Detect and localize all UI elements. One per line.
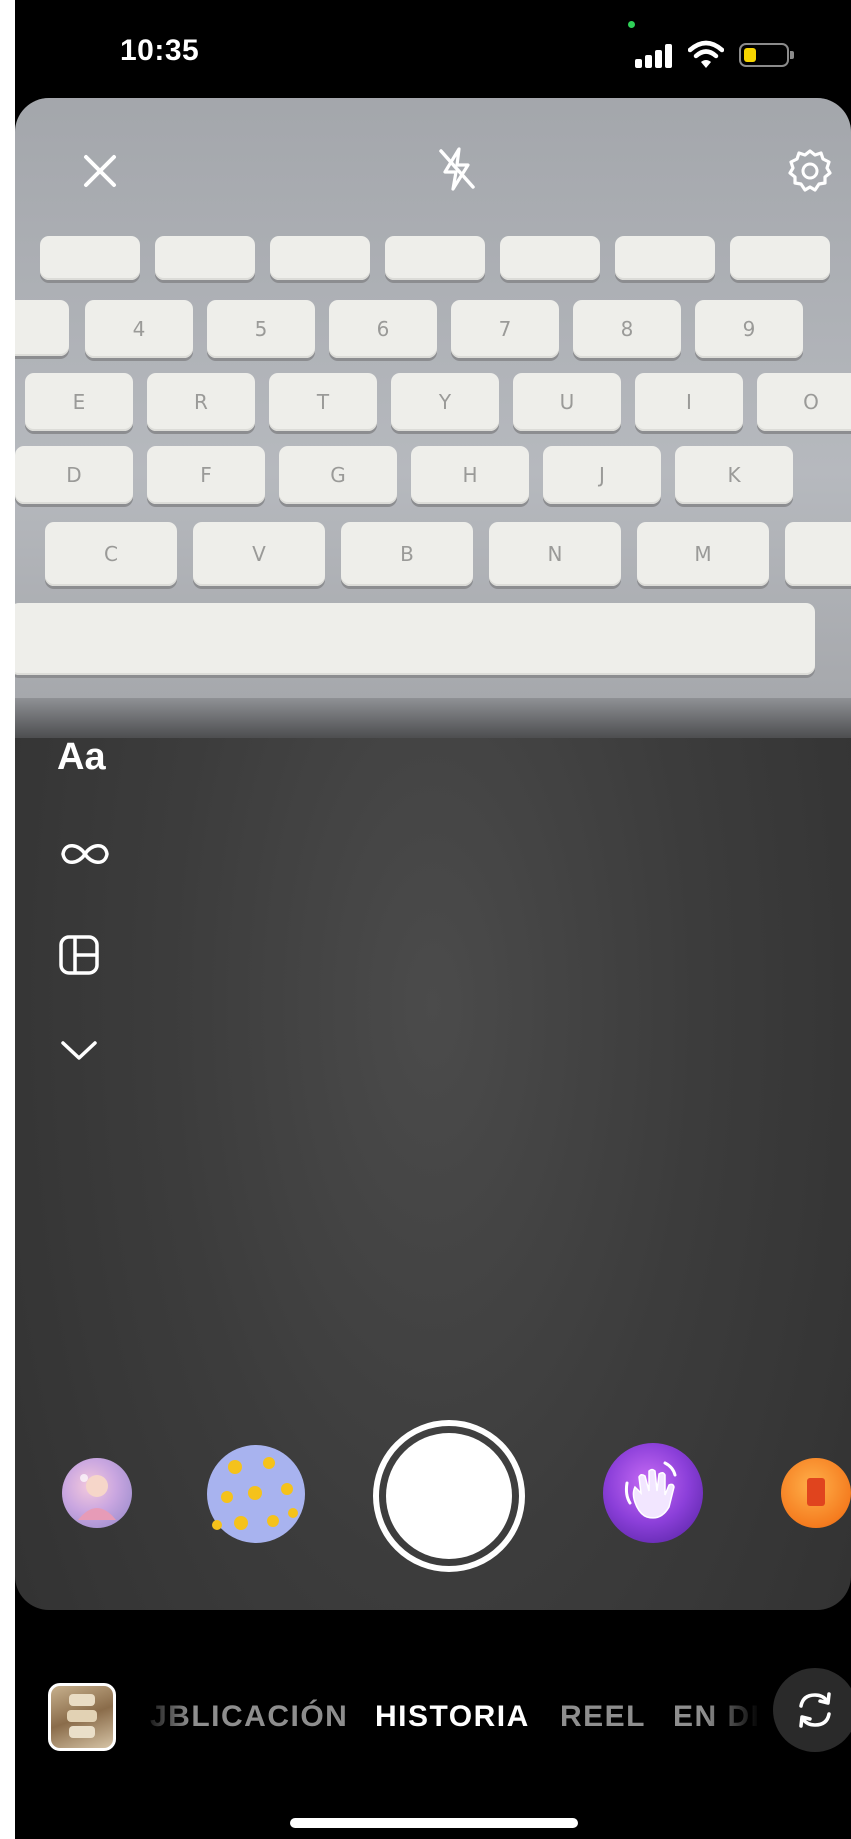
- key: N: [489, 522, 621, 586]
- mode-historia[interactable]: HISTORIA: [375, 1700, 530, 1734]
- key: K: [675, 446, 793, 504]
- key: U: [513, 373, 621, 431]
- key: 5: [207, 300, 315, 358]
- close-icon: [84, 155, 116, 187]
- battery-level: [744, 48, 756, 62]
- flip-camera-button[interactable]: [773, 1668, 851, 1752]
- mode-fade-left: [140, 1680, 190, 1750]
- layout-tool[interactable]: [57, 930, 101, 980]
- wifi-icon: [688, 40, 724, 68]
- shutter-button[interactable]: [373, 1420, 525, 1572]
- wave-hand-icon: [624, 1461, 677, 1519]
- chevron-down-icon: [61, 1041, 97, 1060]
- key: V: [193, 522, 325, 586]
- keyboard-edge: [15, 698, 851, 738]
- key: C: [45, 522, 177, 586]
- flip-camera-icon: [799, 1692, 831, 1728]
- key: D: [15, 446, 133, 504]
- key: I: [635, 373, 743, 431]
- key: T: [269, 373, 377, 431]
- close-button[interactable]: [73, 144, 127, 198]
- profile-effect-thumbnail: [78, 1474, 116, 1520]
- key: 6: [329, 300, 437, 358]
- camera-mode-selector: JBLICACIÓN HISTORIA REEL EN DI: [140, 1680, 760, 1750]
- cellular-signal-icon: [635, 44, 675, 68]
- key: 7: [451, 300, 559, 358]
- profile-effect[interactable]: [62, 1458, 132, 1528]
- boomerang-tool[interactable]: [57, 834, 113, 874]
- orange-effect-thumbnail: [807, 1478, 825, 1506]
- mode-reel[interactable]: REEL: [560, 1700, 646, 1734]
- settings-icon: [788, 149, 832, 192]
- key: M: [637, 522, 769, 586]
- key: 8: [573, 300, 681, 358]
- camera-in-use-indicator: [628, 21, 635, 28]
- dots-effect-thumbnail: [212, 1457, 298, 1530]
- battery-icon: [739, 43, 794, 67]
- camera-viewfinder[interactable]: 4 5 6 7 8 9 E R T Y U I O D F G H J K C …: [15, 98, 851, 1610]
- gallery-button[interactable]: [48, 1683, 116, 1751]
- key: E: [25, 373, 133, 431]
- home-indicator[interactable]: [290, 1818, 578, 1828]
- create-text-tool[interactable]: Aa: [57, 732, 106, 782]
- instagram-story-camera: 10:35 4 5 6 7 8 9 E R T Y U I O D F G H …: [15, 0, 851, 1839]
- more-tools-button[interactable]: [57, 1030, 101, 1070]
- key: H: [411, 446, 529, 504]
- key: R: [147, 373, 255, 431]
- shutter-button-inner: [386, 1433, 512, 1559]
- mode-fade-right: [705, 1680, 760, 1750]
- key: J: [543, 446, 661, 504]
- wave-hand-effect[interactable]: [603, 1443, 703, 1543]
- spacebar-key: [15, 603, 815, 675]
- orange-effect[interactable]: [781, 1458, 851, 1528]
- settings-button[interactable]: [783, 144, 837, 198]
- status-time: 10:35: [120, 34, 200, 67]
- key: O: [757, 373, 851, 431]
- flash-button[interactable]: [430, 142, 484, 196]
- key: F: [147, 446, 265, 504]
- key: G: [279, 446, 397, 504]
- key: B: [341, 522, 473, 586]
- key: 9: [695, 300, 803, 358]
- create-text-label: Aa: [57, 735, 106, 778]
- gallery-thumbnail: [67, 1694, 97, 1738]
- key: 4: [85, 300, 193, 358]
- layout-icon: [59, 935, 99, 975]
- key: Y: [391, 373, 499, 431]
- infinity-icon: [61, 844, 109, 864]
- dots-effect[interactable]: [207, 1445, 305, 1543]
- flash-off-icon: [439, 147, 475, 191]
